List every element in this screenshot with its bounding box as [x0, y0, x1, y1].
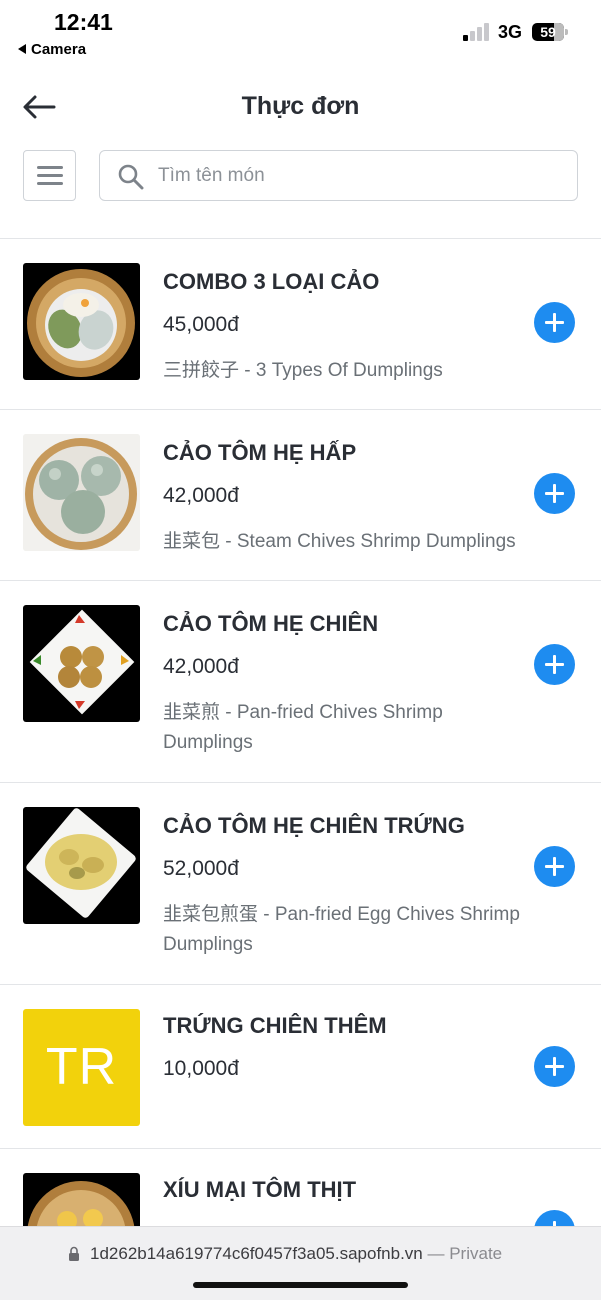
- item-price: 10,000đ: [163, 1057, 239, 1080]
- item-description: 三拼餃子 - 3 Types Of Dumplings: [163, 360, 443, 381]
- battery-icon: 59: [532, 23, 568, 41]
- lock-icon: [68, 1246, 80, 1261]
- item-name: CẢO TÔM HẸ CHIÊN TRỨNG: [163, 813, 465, 838]
- signal-icon: [463, 23, 493, 41]
- search-box[interactable]: [99, 150, 578, 201]
- search-input[interactable]: [158, 159, 558, 193]
- fried-dumplings-plate-photo[interactable]: [23, 605, 140, 722]
- menu-item[interactable]: CẢO TÔM HẸ HẤP 42,000đ 韭菜包 - Steam Chive…: [0, 410, 601, 581]
- category-menu-button[interactable]: [23, 150, 76, 201]
- item-name: COMBO 3 LOẠI CẢO: [163, 269, 380, 294]
- menu-item[interactable]: CẢO TÔM HẸ CHIÊN 42,000đ 韭菜煎 - Pan-fried…: [0, 581, 601, 783]
- item-price: 52,000đ: [163, 857, 239, 880]
- url-text[interactable]: 1d262b14a619774c6f0457f3a05.sapofnb.vn —…: [90, 1244, 502, 1264]
- egg-dumplings-plate-photo[interactable]: [23, 807, 140, 924]
- network-label: 3G: [498, 22, 523, 42]
- item-placeholder-image[interactable]: TR: [23, 1009, 140, 1126]
- item-description: 韭菜包煎蛋 - Pan-fried Egg Chives Shrimp Dump…: [163, 904, 520, 955]
- item-price: 42,000đ: [163, 655, 239, 678]
- back-to-app-link[interactable]: Camera: [18, 41, 86, 58]
- menu-item[interactable]: CẢO TÔM HẸ CHIÊN TRỨNG 52,000đ 韭菜包煎蛋 - P…: [0, 783, 601, 985]
- add-to-cart-button[interactable]: [534, 644, 575, 685]
- add-to-cart-button[interactable]: [534, 473, 575, 514]
- back-triangle-icon: [18, 44, 26, 54]
- home-indicator[interactable]: [193, 1282, 408, 1288]
- item-name: CẢO TÔM HẸ HẤP: [163, 440, 357, 465]
- page-title: Thực đơn: [241, 92, 360, 120]
- add-to-cart-button[interactable]: [534, 302, 575, 343]
- item-price: 45,000đ: [163, 313, 239, 336]
- browser-url-bar[interactable]: 1d262b14a619774c6f0457f3a05.sapofnb.vn —…: [0, 1226, 601, 1300]
- url-address: 1d262b14a619774c6f0457f3a05.sapofnb.vn: [90, 1244, 423, 1263]
- item-name: TRỨNG CHIÊN THÊM: [163, 1013, 387, 1038]
- private-mode-label: — Private: [427, 1244, 503, 1263]
- menu-item[interactable]: COMBO 3 LOẠI CẢO 45,000đ 三拼餃子 - 3 Types …: [0, 239, 601, 410]
- battery-level: 59: [540, 24, 556, 40]
- chive-dumplings-photo[interactable]: [23, 434, 140, 551]
- item-description: 韭菜煎 - Pan-fried Chives Shrimp Dumplings: [163, 702, 443, 753]
- item-name: CẢO TÔM HẸ CHIÊN: [163, 611, 379, 636]
- dumpling-steamer-photo[interactable]: [23, 263, 140, 380]
- item-price: 42,000đ: [163, 484, 239, 507]
- status-time: 12:41: [54, 9, 113, 35]
- search-icon: [118, 164, 144, 190]
- item-name: XÍU MẠI TÔM THỊT: [163, 1177, 357, 1202]
- menu-item[interactable]: TR TRỨNG CHIÊN THÊM 10,000đ: [0, 985, 601, 1149]
- back-app-label: Camera: [31, 41, 87, 58]
- hamburger-icon: [37, 166, 63, 169]
- status-bar: 12:41 Camera 3G 59: [0, 0, 601, 64]
- item-description: 韭菜包 - Steam Chives Shrimp Dumplings: [163, 531, 516, 552]
- add-to-cart-button[interactable]: [534, 846, 575, 887]
- add-to-cart-button[interactable]: [534, 1046, 575, 1087]
